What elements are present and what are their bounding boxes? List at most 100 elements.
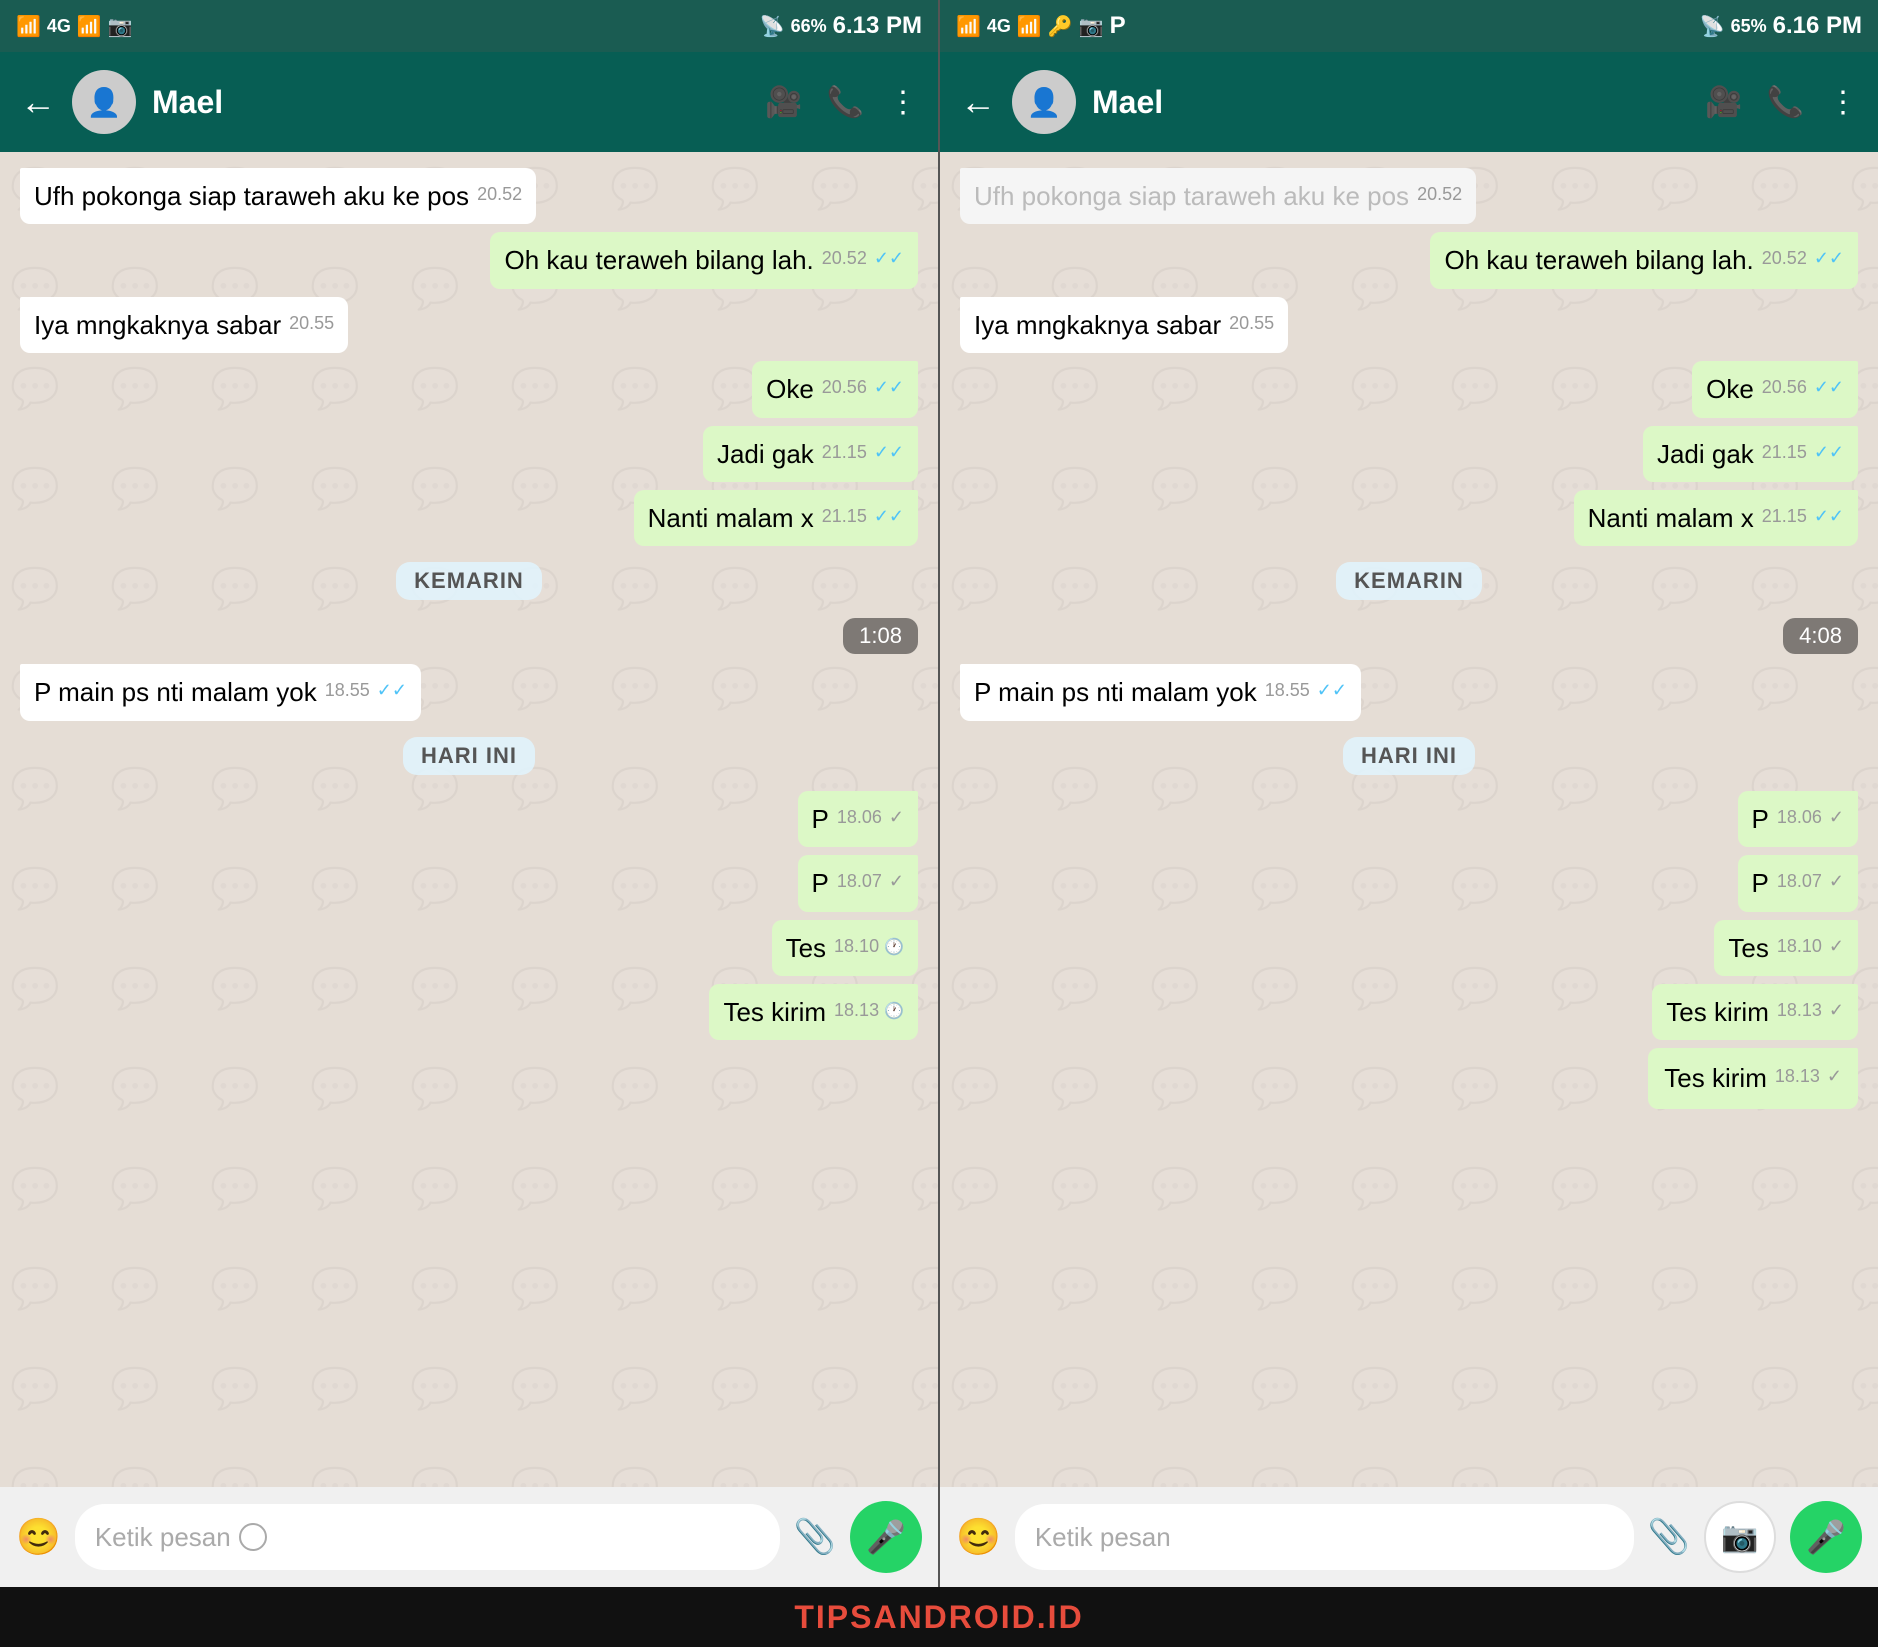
left-msg-1-row: Ufh pokonga siap taraweh aku ke pos 20.5… (20, 168, 918, 224)
right-msg-3-time: 20.56 ✓✓ (1762, 375, 1844, 400)
right-msg-5-tick: ✓✓ (1814, 506, 1844, 526)
right-camera-icon: 📷 (1079, 14, 1104, 39)
right-input-field[interactable]: Ketik pesan (1015, 1504, 1634, 1570)
right-header-icons: 🎥 📞 ⋮ (1705, 85, 1858, 120)
watermark-bar: TIPSANDROID.ID (0, 1587, 1878, 1647)
left-msg-9-time: 18.07 ✓ (837, 869, 904, 894)
right-msg-4: Jadi gak 21.15 ✓✓ (1643, 426, 1858, 482)
left-contact-name: Mael (152, 84, 749, 121)
right-msg-9-time: 18.10 ✓ (1777, 934, 1844, 959)
right-chat-header: ← 👤 Mael 🎥 📞 ⋮ (940, 52, 1878, 152)
left-msg-1: Ufh pokonga siap taraweh aku ke pos 20.5… (20, 168, 536, 224)
left-time-divider: 1:08 (20, 618, 918, 654)
right-msg-8-row: P 18.07 ✓ (960, 855, 1858, 911)
left-back-button[interactable]: ← (20, 81, 56, 123)
right-msg-3-tick: ✓✓ (1814, 377, 1844, 397)
left-msg-3-time: 20.55 (289, 311, 334, 336)
right-day-label-hariini: HARI INI (1343, 737, 1475, 775)
right-emoji-button[interactable]: 😊 (956, 1516, 1001, 1558)
right-msg-10: Tes kirim 18.13 ✓ (1652, 984, 1858, 1040)
right-status-left: 📶 4G 📶 🔑 📷 P (956, 12, 1126, 40)
right-video-call-icon[interactable]: 🎥 (1705, 85, 1742, 120)
right-cast-icon: 📡 (1700, 14, 1725, 39)
right-time: 6.16 PM (1773, 12, 1862, 40)
left-chat-header: ← 👤 Mael 🎥 📞 ⋮ (0, 52, 938, 152)
left-msg-2-row: Oh kau teraweh bilang lah. 20.52 ✓✓ (20, 232, 918, 288)
screens-container: 📶 4G 📶 📷 📡 66% 6.13 PM ← 👤 Mael 🎥 📞 ⋮ (0, 0, 1878, 1587)
left-msg-5-row: Jadi gak 21.15 ✓✓ (20, 426, 918, 482)
left-msg-4-time: 20.56 ✓✓ (822, 375, 904, 400)
right-key-icon: 🔑 (1048, 14, 1073, 39)
right-signal-icon: 📶 (956, 14, 981, 39)
left-msg-2: Oh kau teraweh bilang lah. 20.52 ✓✓ (490, 232, 918, 288)
left-msg-6-row: Nanti malam x 21.15 ✓✓ (20, 490, 918, 546)
left-time-label: 1:08 (843, 618, 918, 654)
right-msg-4-row: Jadi gak 21.15 ✓✓ (960, 426, 1858, 482)
left-msg-11-row: Tes kirim 18.13 🕐 (20, 984, 918, 1040)
left-msg-2-tick: ✓✓ (874, 248, 904, 268)
left-msg-5: Jadi gak 21.15 ✓✓ (703, 426, 918, 482)
left-input-field[interactable]: Ketik pesan (75, 1504, 780, 1570)
left-msg-9-tick: ✓ (889, 871, 904, 891)
left-input-bar: 😊 Ketik pesan 📎 🎤 (0, 1487, 938, 1587)
right-msg-5-row: Nanti malam x 21.15 ✓✓ (960, 490, 1858, 546)
right-p-icon: P (1110, 12, 1126, 40)
right-msg-1-time: 20.52 ✓✓ (1762, 246, 1844, 271)
left-day-divider-kemarin: KEMARIN (20, 562, 918, 600)
right-msg-6-time: 18.55 ✓✓ (1265, 678, 1347, 703)
left-msg-6: Nanti malam x 21.15 ✓✓ (634, 490, 918, 546)
left-video-call-icon[interactable]: 🎥 (765, 85, 802, 120)
left-battery-label: 66% (791, 16, 827, 37)
left-msg-7-time: 18.55 ✓✓ (325, 678, 407, 703)
left-emoji-button[interactable]: 😊 (16, 1516, 61, 1558)
right-msg-5: Nanti malam x 21.15 ✓✓ (1574, 490, 1858, 546)
left-mic-button[interactable]: 🎤 (850, 1501, 922, 1573)
right-day-divider-hariini: HARI INI (960, 737, 1858, 775)
left-avatar[interactable]: 👤 (72, 70, 136, 134)
right-msg-6-tick: ✓✓ (1317, 680, 1347, 700)
right-contact-name: Mael (1092, 84, 1689, 121)
left-header-icons: 🎥 📞 ⋮ (765, 85, 918, 120)
left-msg-11-tick: 🕐 (884, 1003, 904, 1020)
right-msg-0-row: Ufh pokonga siap taraweh aku ke pos 20.5… (960, 168, 1858, 224)
right-status-bar: 📶 4G 📶 🔑 📷 P 📡 65% 6.16 PM (940, 0, 1878, 52)
right-msg-9: Tes 18.10 ✓ (1714, 920, 1858, 976)
left-msg-3: Iya mngkaknya sabar 20.55 (20, 297, 348, 353)
right-chat-body: Ufh pokonga siap taraweh aku ke pos 20.5… (940, 152, 1878, 1487)
left-msg-2-time: 20.52 ✓✓ (822, 246, 904, 271)
right-day-label-kemarin: KEMARIN (1336, 562, 1482, 600)
left-phone-icon[interactable]: 📞 (827, 85, 864, 120)
right-attach-button[interactable]: 📎 (1648, 1517, 1690, 1557)
left-day-label-hariini: HARI INI (403, 737, 535, 775)
left-status-left: 📶 4G 📶 📷 (16, 14, 133, 39)
left-camera-icon: 📷 (108, 14, 133, 39)
right-msg-8-tick: ✓ (1829, 871, 1844, 891)
right-phone-icon[interactable]: 📞 (1767, 85, 1804, 120)
right-signal2-icon: 📶 (1017, 14, 1042, 39)
right-back-button[interactable]: ← (960, 81, 996, 123)
left-day-label-kemarin: KEMARIN (396, 562, 542, 600)
left-menu-icon[interactable]: ⋮ (888, 85, 918, 120)
right-msg-8-time: 18.07 ✓ (1777, 869, 1844, 894)
right-msg-1: Oh kau teraweh bilang lah. 20.52 ✓✓ (1430, 232, 1858, 288)
left-msg-7: P main ps nti malam yok 18.55 ✓✓ (20, 664, 421, 720)
left-msg-7-row: P main ps nti malam yok 18.55 ✓✓ (20, 664, 918, 720)
right-msg-11-tick: ✓ (1827, 1066, 1842, 1086)
left-msg-6-tick: ✓✓ (874, 506, 904, 526)
left-attach-button[interactable]: 📎 (794, 1517, 836, 1557)
watermark-text: TIPSANDROID.ID (794, 1599, 1083, 1636)
left-msg-4-tick: ✓✓ (874, 377, 904, 397)
left-msg-8-tick: ✓ (889, 807, 904, 827)
left-msg-10: Tes 18.10 🕐 (772, 920, 918, 976)
right-menu-icon[interactable]: ⋮ (1828, 85, 1858, 120)
right-avatar[interactable]: 👤 (1012, 70, 1076, 134)
left-chat-body: Ufh pokonga siap taraweh aku ke pos 20.5… (0, 152, 938, 1487)
right-msg-5-time: 21.15 ✓✓ (1762, 504, 1844, 529)
right-camera-button[interactable]: 📷 (1704, 1501, 1776, 1573)
right-msg-0: Ufh pokonga siap taraweh aku ke pos 20.5… (960, 168, 1476, 224)
right-4g-label: 4G (987, 16, 1011, 37)
right-msg-7-time: 18.06 ✓ (1777, 805, 1844, 830)
left-msg-4: Oke 20.56 ✓✓ (752, 361, 918, 417)
right-mic-button[interactable]: 🎤 (1790, 1501, 1862, 1573)
right-msg-10-tick: ✓ (1829, 1000, 1844, 1020)
